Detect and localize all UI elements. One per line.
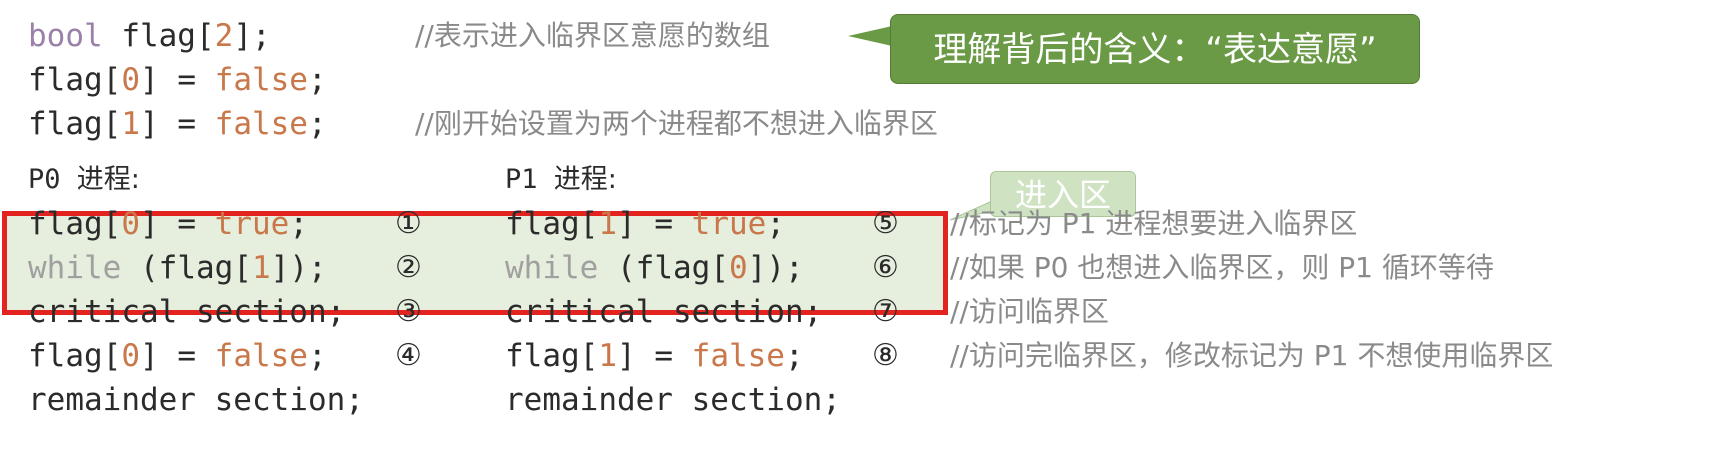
p1-step-7: ⑦ bbox=[872, 294, 899, 329]
p0-title: P0 进程: bbox=[28, 164, 140, 195]
p0-line-4: flag[0] = false; bbox=[28, 338, 327, 374]
code-line-init1: flag[1] = false; bbox=[28, 106, 327, 142]
p0-line-1: flag[0] = true; bbox=[28, 206, 308, 242]
p0-line-3: critical section; bbox=[28, 294, 346, 330]
p0-line-2: while (flag[1]); bbox=[28, 250, 327, 286]
comment-1: //标记为 P1 进程想要进入临界区 bbox=[950, 207, 1358, 240]
p1-step-8: ⑧ bbox=[872, 338, 899, 373]
p1-line-2: while (flag[0]); bbox=[505, 250, 804, 286]
p1-line-4: flag[1] = false; bbox=[505, 338, 804, 374]
p0-step-3: ③ bbox=[395, 294, 422, 329]
p1-line-5: remainder section; bbox=[505, 382, 841, 418]
p1-step-6: ⑥ bbox=[872, 250, 899, 285]
p1-title: P1 进程: bbox=[505, 164, 617, 195]
callout-pointer bbox=[848, 26, 892, 46]
comment-declare: //表示进入临界区意愿的数组 bbox=[415, 19, 770, 52]
code-line-init0: flag[0] = false; bbox=[28, 62, 327, 98]
p1-line-3: critical section; bbox=[505, 294, 823, 330]
code-line-declare: bool flag[2]; bbox=[28, 18, 271, 54]
callout-meaning: 理解背后的含义：“表达意愿” bbox=[890, 14, 1420, 84]
comment-2: //如果 P0 也想进入临界区，则 P1 循环等待 bbox=[950, 251, 1494, 284]
p0-line-5: remainder section; bbox=[28, 382, 364, 418]
comment-3: //访问临界区 bbox=[950, 295, 1109, 328]
p0-step-4: ④ bbox=[395, 338, 422, 373]
comment-4: //访问完临界区，修改标记为 P1 不想使用临界区 bbox=[950, 339, 1554, 372]
p0-step-2: ② bbox=[395, 250, 422, 285]
p1-step-5: ⑤ bbox=[872, 206, 899, 241]
p1-line-1: flag[1] = true; bbox=[505, 206, 785, 242]
p0-step-1: ① bbox=[395, 206, 422, 241]
comment-init: //刚开始设置为两个进程都不想进入临界区 bbox=[415, 107, 938, 140]
